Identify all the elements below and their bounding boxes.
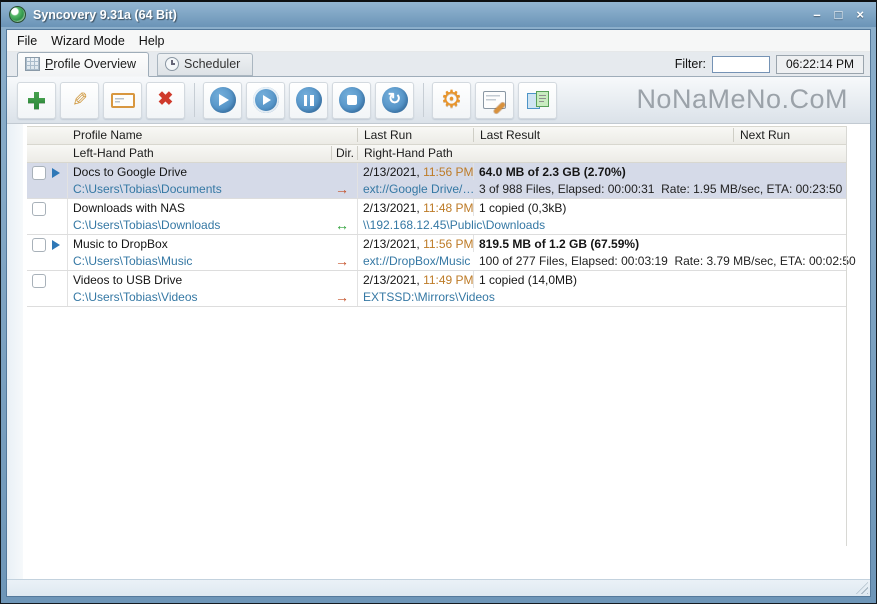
toolbar: ✎ ✖ ↻ ⚙ NoNaMeNo.CoM [7, 77, 870, 124]
logs-button[interactable] [475, 82, 514, 119]
window-title: Syncovery 9.31a (64 Bit) [33, 8, 813, 22]
log-wrench-icon [483, 91, 506, 109]
maximize-button[interactable]: □ [835, 8, 843, 22]
clock-display: 06:22:14 PM [776, 55, 864, 74]
tab-scheduler-label: Scheduler [184, 57, 240, 71]
restart-button[interactable]: ↻ [375, 82, 414, 119]
last-result: 64.0 MB of 2.3 GB (2.70%) [479, 165, 626, 179]
last-result: 1 copied (14,0MB) [479, 273, 577, 287]
left-hand-path: C:\Users\Tobias\Documents [73, 182, 222, 196]
direction-arrow-icon: → [328, 181, 356, 197]
stop-icon [339, 87, 365, 113]
header-profile-name[interactable]: Profile Name [27, 128, 403, 142]
right-hand-path: ext://Google Drive/Do... [363, 182, 475, 196]
minimize-button[interactable]: – [813, 8, 820, 22]
toolbar-separator [194, 83, 195, 117]
last-run: 2/13/2021, 11:56 PM [363, 165, 474, 179]
menubar: File Wizard Mode Help [7, 30, 870, 52]
tab-scheduler[interactable]: Scheduler [157, 53, 253, 76]
profile-row-music-to-dropbox[interactable]: Music to DropBox 2/13/2021, 11:56 PM 819… [27, 235, 846, 271]
window-frame: File Wizard Mode Help Profile Overview S… [6, 29, 871, 597]
titlebar: Syncovery 9.31a (64 Bit) – □ × [1, 2, 876, 27]
add-profile-button[interactable] [17, 82, 56, 119]
menu-file[interactable]: File [10, 32, 44, 50]
right-hand-path: ext://DropBox/Music [363, 254, 470, 268]
left-hand-path: C:\Users\Tobias\Music [73, 254, 192, 268]
profile-overview-panel: Profile Name Last Run Last Result Next R… [7, 124, 870, 579]
close-button[interactable]: × [856, 8, 864, 22]
restart-icon: ↻ [382, 87, 408, 113]
row-checkbox[interactable] [32, 202, 46, 216]
right-hand-path: EXTSSD:\Mirrors\Videos [363, 290, 495, 304]
status-strip [7, 579, 870, 596]
profile-grid-icon [25, 57, 40, 71]
header-last-run[interactable]: Last Run [357, 128, 480, 142]
table-right-edge [846, 126, 847, 546]
run-attended-button[interactable] [246, 82, 285, 119]
last-result: 819.5 MB of 1.2 GB (67.59%) [479, 237, 639, 251]
table-header-row-1: Profile Name Last Run Last Result Next R… [27, 126, 846, 145]
profile-name: Music to DropBox [73, 237, 168, 251]
tab-profile-overview[interactable]: Profile Overview [17, 52, 149, 77]
filter-label: Filter: [675, 57, 706, 71]
rename-field-icon [111, 93, 135, 108]
copy-profiles-button[interactable] [518, 82, 557, 119]
right-hand-path: \\192.168.12.45\Public\Downloads [363, 218, 545, 232]
stop-button[interactable] [332, 82, 371, 119]
play-attended-icon [253, 87, 279, 113]
settings-button[interactable]: ⚙ [432, 82, 471, 119]
filter-input[interactable] [712, 56, 770, 73]
profile-row-videos-to-usb-drive[interactable]: Videos to USB Drive 2/13/2021, 11:49 PM … [27, 271, 846, 307]
copy-sheets-icon [527, 91, 549, 109]
profile-name: Downloads with NAS [73, 201, 185, 215]
profile-name: Videos to USB Drive [73, 273, 182, 287]
menu-wizard-mode[interactable]: Wizard Mode [44, 32, 132, 50]
plus-icon [28, 92, 45, 109]
header-right-hand-path[interactable]: Right-Hand Path [357, 146, 853, 160]
result-detail: 3 of 988 Files, Elapsed: 00:00:31 Rate: … [479, 182, 842, 196]
direction-arrow-icon: → [328, 289, 356, 305]
tabstrip: Profile Overview Scheduler Filter: 06:22… [7, 52, 870, 77]
profile-table: Profile Name Last Run Last Result Next R… [27, 126, 846, 307]
direction-arrow-icon: ↔ [328, 217, 356, 233]
delete-profile-button[interactable]: ✖ [146, 82, 185, 119]
app-window: Syncovery 9.31a (64 Bit) – □ × File Wiza… [0, 0, 877, 604]
edit-profile-button[interactable]: ✎ [60, 82, 99, 119]
last-run: 2/13/2021, 11:49 PM [363, 273, 474, 287]
gear-icon: ⚙ [441, 88, 463, 112]
table-header-row-2: Left-Hand Path Dir. Right-Hand Path [27, 145, 846, 163]
direction-arrow-icon: → [328, 253, 356, 269]
play-icon [210, 87, 236, 113]
running-play-icon [52, 168, 60, 178]
last-result: 1 copied (0,3kB) [479, 201, 566, 215]
result-detail: 100 of 277 Files, Elapsed: 00:03:19 Rate… [479, 254, 856, 268]
pencil-icon: ✎ [72, 92, 88, 109]
scheduler-clock-icon [165, 57, 179, 71]
delete-x-icon: ✖ [158, 91, 174, 109]
pause-icon [296, 87, 322, 113]
menu-help[interactable]: Help [132, 32, 172, 50]
profile-row-downloads-with-nas[interactable]: Downloads with NAS 2/13/2021, 11:48 PM 1… [27, 199, 846, 235]
watermark-text: NoNaMeNo.CoM [636, 84, 848, 115]
run-selected-button[interactable] [203, 82, 242, 119]
profile-row-docs-to-google-drive[interactable]: Docs to Google Drive 2/13/2021, 11:56 PM… [27, 163, 846, 199]
rename-profile-button[interactable] [103, 82, 142, 119]
resize-grip[interactable] [856, 582, 868, 594]
row-checkbox[interactable] [32, 274, 46, 288]
left-hand-path: C:\Users\Tobias\Downloads [73, 218, 220, 232]
profile-name: Docs to Google Drive [73, 165, 187, 179]
pause-button[interactable] [289, 82, 328, 119]
left-hand-path: C:\Users\Tobias\Videos [73, 290, 198, 304]
toolbar-separator [423, 83, 424, 117]
row-checkbox[interactable] [32, 238, 46, 252]
tab-profile-overview-label: Profile Overview [45, 57, 136, 71]
last-run: 2/13/2021, 11:56 PM [363, 237, 474, 251]
header-next-run[interactable]: Next Run [733, 128, 853, 142]
header-last-result[interactable]: Last Result [473, 128, 740, 142]
app-icon [9, 6, 26, 23]
header-left-hand-path[interactable]: Left-Hand Path [27, 146, 377, 160]
row-checkbox[interactable] [32, 166, 46, 180]
last-run: 2/13/2021, 11:48 PM [363, 201, 474, 215]
running-play-icon [52, 240, 60, 250]
